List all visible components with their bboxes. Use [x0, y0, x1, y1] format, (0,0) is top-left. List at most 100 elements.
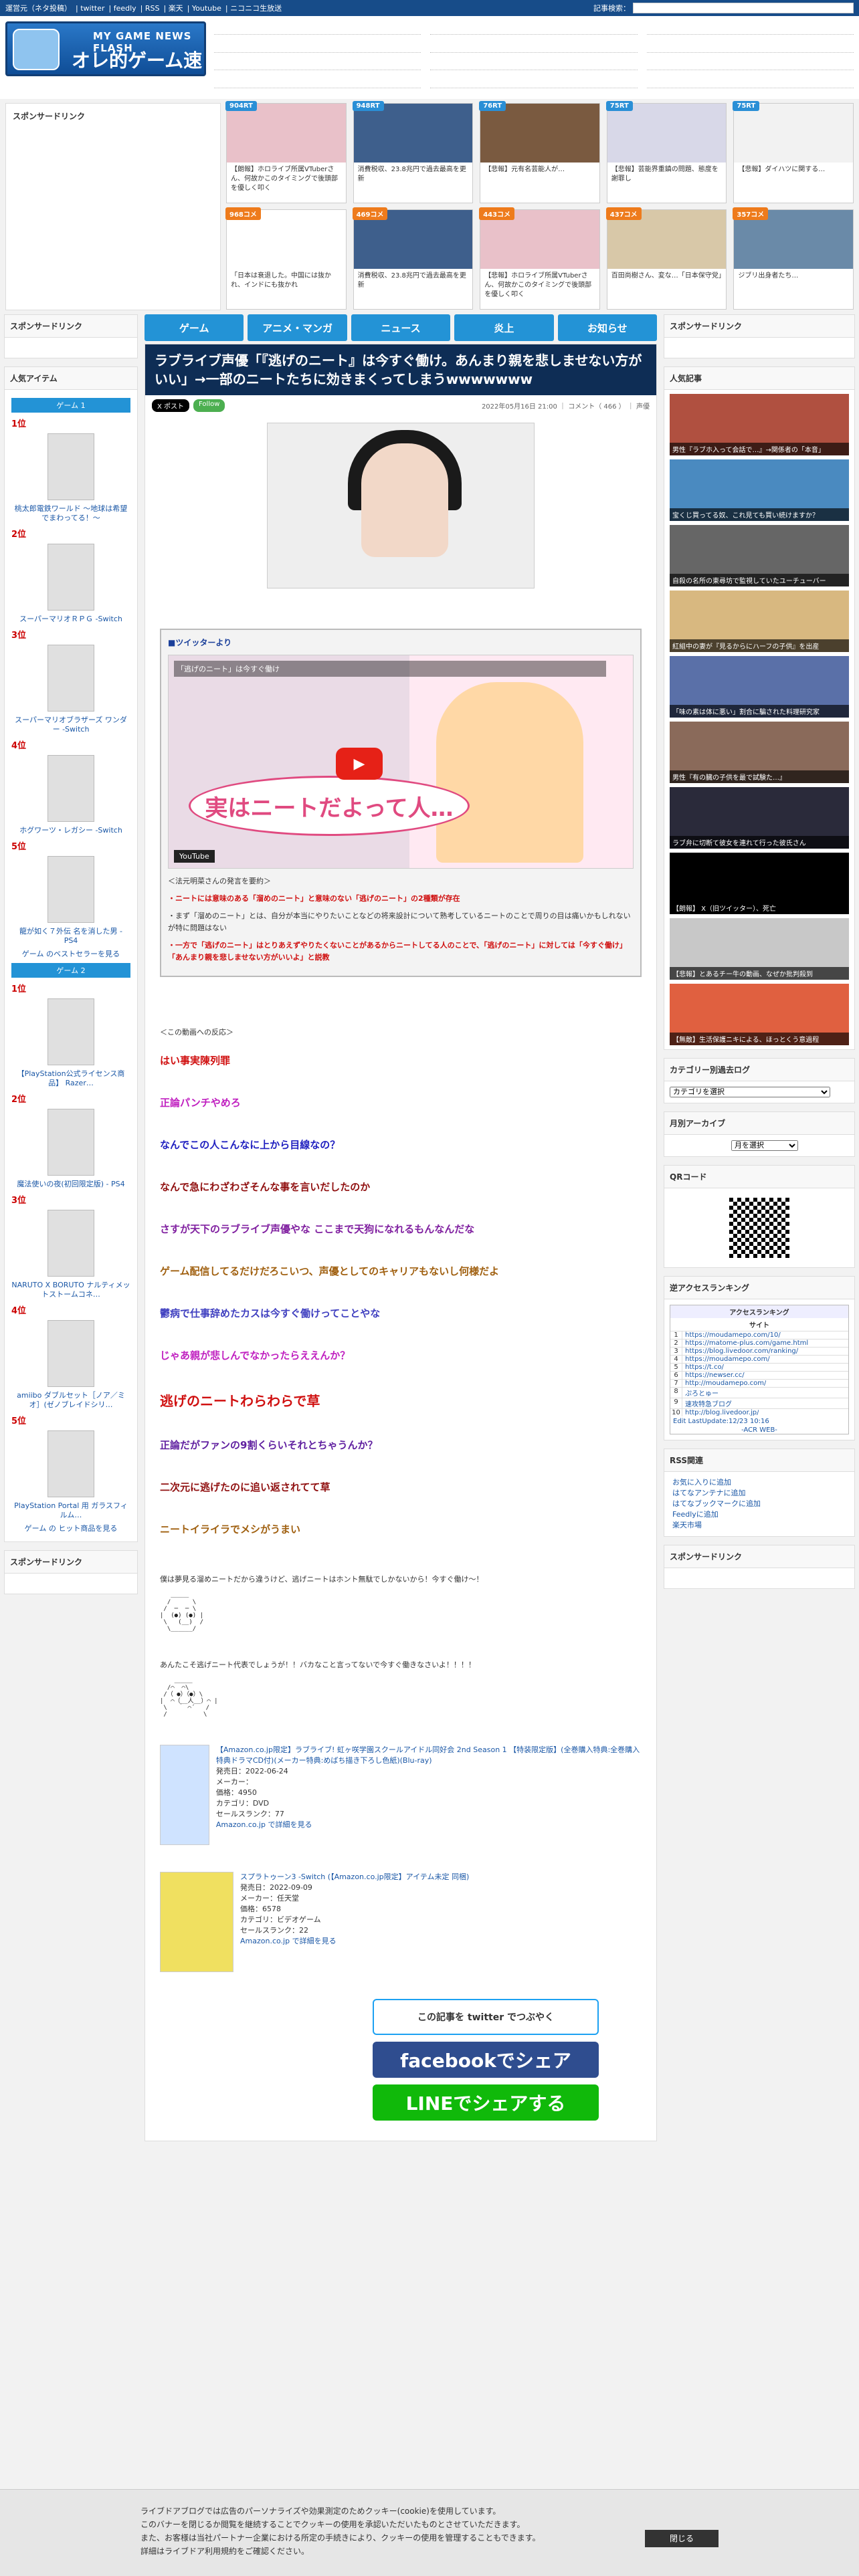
- nav-notice[interactable]: お知らせ: [557, 314, 658, 341]
- table-row[interactable]: 4 https://moudamepo.com/: [670, 1355, 848, 1363]
- table-row[interactable]: 5 https://t.co/: [670, 1363, 848, 1371]
- table-row[interactable]: 9 速攻特急ブログ: [670, 1398, 848, 1408]
- headline-placeholder[interactable]: [646, 28, 854, 35]
- rss-link[interactable]: 楽天市場: [672, 1520, 846, 1531]
- top-link[interactable]: Youtube: [192, 4, 221, 13]
- category-select[interactable]: カテゴリを選択: [670, 1087, 830, 1097]
- top-link[interactable]: RSS: [145, 4, 160, 13]
- rss-link[interactable]: お気に入りに追加: [672, 1477, 846, 1488]
- product-image[interactable]: [47, 1210, 94, 1277]
- thumb-card[interactable]: 75RT 【悲報】芸能界重鎮の問題、態度を謝罪し: [605, 101, 727, 203]
- article-date: 2022年05月16日 21:00 ｜ コメント（ 466 ） ｜ 声優: [481, 403, 650, 411]
- headline-placeholder[interactable]: [430, 28, 638, 35]
- month-select[interactable]: 月を選択: [731, 1140, 798, 1151]
- search-input[interactable]: [633, 3, 854, 13]
- rss-link[interactable]: はてなブックマークに追加: [672, 1499, 846, 1509]
- product-image[interactable]: [47, 1430, 94, 1497]
- popular-article[interactable]: 自殺の名所の東尋坊で監視していたユーチューバー: [670, 525, 849, 586]
- youtube-embed[interactable]: 「逃げのニート」は今すぐ働け 実はニートだよって人… ▶ YouTube: [168, 655, 634, 869]
- popular-article[interactable]: 宝くじ買ってる奴、これ見ても買い続けますか？: [670, 459, 849, 521]
- table-row[interactable]: 10 http://blog.livedoor.jp/: [670, 1408, 848, 1416]
- product-image[interactable]: [47, 1320, 94, 1387]
- popular-articles: 人気記事 男性『ラブホ入って会話で…』→関係者の「本音」 宝くじ買ってる奴、これ…: [664, 366, 855, 1050]
- more-link[interactable]: ゲーム のベストセラーを見る: [11, 950, 130, 959]
- thumb-card[interactable]: 76RT 【悲報】元有名芸能人が…: [479, 101, 600, 203]
- x-post-button[interactable]: X ポスト: [152, 399, 190, 412]
- headline-placeholder[interactable]: [430, 82, 638, 88]
- headline-placeholder[interactable]: [214, 28, 421, 35]
- table-row[interactable]: 8 ぷろとゅー: [670, 1387, 848, 1398]
- right-sponsor-2: スポンサードリンク: [664, 1545, 855, 1589]
- product-image[interactable]: [47, 755, 94, 822]
- headline-placeholder[interactable]: [646, 82, 854, 88]
- product-image[interactable]: [47, 544, 94, 611]
- tab-game-2[interactable]: ゲーム 2: [11, 963, 130, 978]
- popular-article[interactable]: 【無敵】生活保護ニキによる、ほっとくう意過程: [670, 984, 849, 1045]
- popular-article[interactable]: 【朗報】 X（旧ツイッター）、死亡: [670, 853, 849, 914]
- rss-link[interactable]: Feedlyに追加: [672, 1509, 846, 1520]
- top-link[interactable]: ニコニコ生放送: [230, 4, 282, 13]
- thumb-card[interactable]: 443コメ 【悲報】ホロライブ所属VTuberさん、何故かこのタイミングで後頭部を…: [479, 207, 600, 310]
- popular-article[interactable]: ラブ弁に切断て彼女を連れて行った彼氏さん: [670, 787, 849, 849]
- headline-placeholder[interactable]: [430, 46, 638, 53]
- product-image[interactable]: [47, 1109, 94, 1176]
- more-link[interactable]: ゲーム の ヒット商品を見る: [11, 1524, 130, 1533]
- thumb-card[interactable]: 469コメ 消費税収、23.8兆円で過去最高を更新: [352, 207, 474, 310]
- reaction: 正論だがファンの9割くらいそれとちゃうんか？: [160, 1439, 378, 1451]
- table-row[interactable]: 3 https://blog.livedoor.com/ranking/: [670, 1347, 848, 1355]
- monthly-archive: 月別アーカイブ 月を選択: [664, 1111, 855, 1157]
- table-row[interactable]: 7 http://moudamepo.com/: [670, 1379, 848, 1387]
- headline-placeholder[interactable]: [214, 46, 421, 53]
- product-image[interactable]: [47, 645, 94, 712]
- top-link[interactable]: 楽天: [169, 4, 183, 13]
- product-image[interactable]: [47, 856, 94, 923]
- headline-placeholder[interactable]: [214, 64, 421, 70]
- line-share-button[interactable]: LINEでシェアする: [373, 2084, 599, 2121]
- nav-flame[interactable]: 炎上: [454, 314, 554, 341]
- rss-link[interactable]: はてなアンテナに追加: [672, 1488, 846, 1499]
- table-row[interactable]: 1 https://moudamepo.com/10/: [670, 1331, 848, 1339]
- popular-article[interactable]: 「味の素は体に悪い」割合に騙された料理研究家: [670, 656, 849, 718]
- top-link[interactable]: feedly: [114, 4, 136, 13]
- product-image[interactable]: [47, 433, 94, 500]
- headline-placeholder[interactable]: [646, 64, 854, 70]
- headline-placeholder[interactable]: [646, 46, 854, 53]
- youtube-logo[interactable]: YouTube: [174, 850, 215, 863]
- nav-game[interactable]: ゲーム: [145, 314, 244, 341]
- thumb-card[interactable]: 948RT 消費税収、23.8兆円で過去最高を更新: [352, 101, 474, 203]
- play-icon[interactable]: ▶: [336, 748, 383, 780]
- top-link[interactable]: 運営元（ネタ投稿）: [5, 4, 72, 13]
- product-image[interactable]: [160, 1872, 233, 1972]
- table-row[interactable]: 6 https://newser.cc/: [670, 1371, 848, 1379]
- article-title[interactable]: ラブライブ声優「『逃げのニート』は今すぐ働け。あんまり親を悲しませない方がいい」…: [145, 344, 656, 395]
- popular-article[interactable]: 【悲報】とあるチー牛の動画、なぜか批判殺到: [670, 918, 849, 980]
- table-row[interactable]: 2 https://matome-plus.com/game.html: [670, 1339, 848, 1347]
- ascii-art-section: 僕は夢見る溜めニートだから違うけど、逃げニートはホント無駄でしかないから！今すぐ…: [145, 1574, 656, 1718]
- thumb-card[interactable]: 75RT 【悲報】ダイハツに関する…: [733, 101, 854, 203]
- main-layout: スポンサードリンク 人気アイテム ゲーム 1 1位 桃太郎電鉄ワールド ～地球は希…: [0, 314, 859, 2141]
- popular-article[interactable]: 紅組中の妻が『見るからにハーフの子供』を出産: [670, 591, 849, 652]
- article-meta: X ポスト Follow 2022年05月16日 21:00 ｜ コメント（ 4…: [145, 395, 656, 416]
- thumb-card[interactable]: 437コメ 百田尚樹さん、変な…「日本保守党」: [605, 207, 727, 310]
- product-image[interactable]: [47, 998, 94, 1065]
- follow-button[interactable]: Follow: [193, 399, 225, 412]
- thumb-card[interactable]: 904RT 【朗報】ホロライブ所属VTuberさん、何故かこのタイミングで後頭部を…: [225, 101, 347, 203]
- top-link[interactable]: twitter: [80, 4, 104, 13]
- close-button[interactable]: 閉じる: [645, 2530, 719, 2547]
- facebook-share-button[interactable]: facebookでシェア: [373, 2042, 599, 2078]
- right-sponsor: スポンサードリンク: [664, 314, 855, 358]
- product-image[interactable]: [160, 1745, 209, 1845]
- nav-anime[interactable]: アニメ・マンガ: [248, 314, 347, 341]
- nav-news[interactable]: ニュース: [351, 314, 451, 341]
- thumb-card[interactable]: 968コメ 「日本は衰退した。中国には抜かれ、インドにも抜かれ: [225, 207, 347, 310]
- popular-article[interactable]: 男性『有の臓の子供を最で試験た…』: [670, 722, 849, 783]
- tab-game-1[interactable]: ゲーム 1: [11, 398, 130, 413]
- site-logo[interactable]: MY GAME NEWS FLASH オレ的ゲーム速報@JIN: [5, 21, 206, 98]
- headline-placeholder[interactable]: [214, 82, 421, 88]
- reaction: ゲーム配信してるだけだろこいつ、声優としてのキャリアもないし何様だよ: [160, 1265, 500, 1277]
- thumb-card[interactable]: 357コメ ジブリ出身者たち…: [733, 207, 854, 310]
- popular-article[interactable]: 男性『ラブホ入って会話で…』→関係者の「本音」: [670, 394, 849, 455]
- twitter-share-button[interactable]: この記事を twitter でつぶやく: [373, 1999, 599, 2035]
- share-buttons: この記事を twitter でつぶやく facebookでシェア LINEでシェ…: [373, 1999, 599, 2121]
- headline-placeholder[interactable]: [430, 64, 638, 70]
